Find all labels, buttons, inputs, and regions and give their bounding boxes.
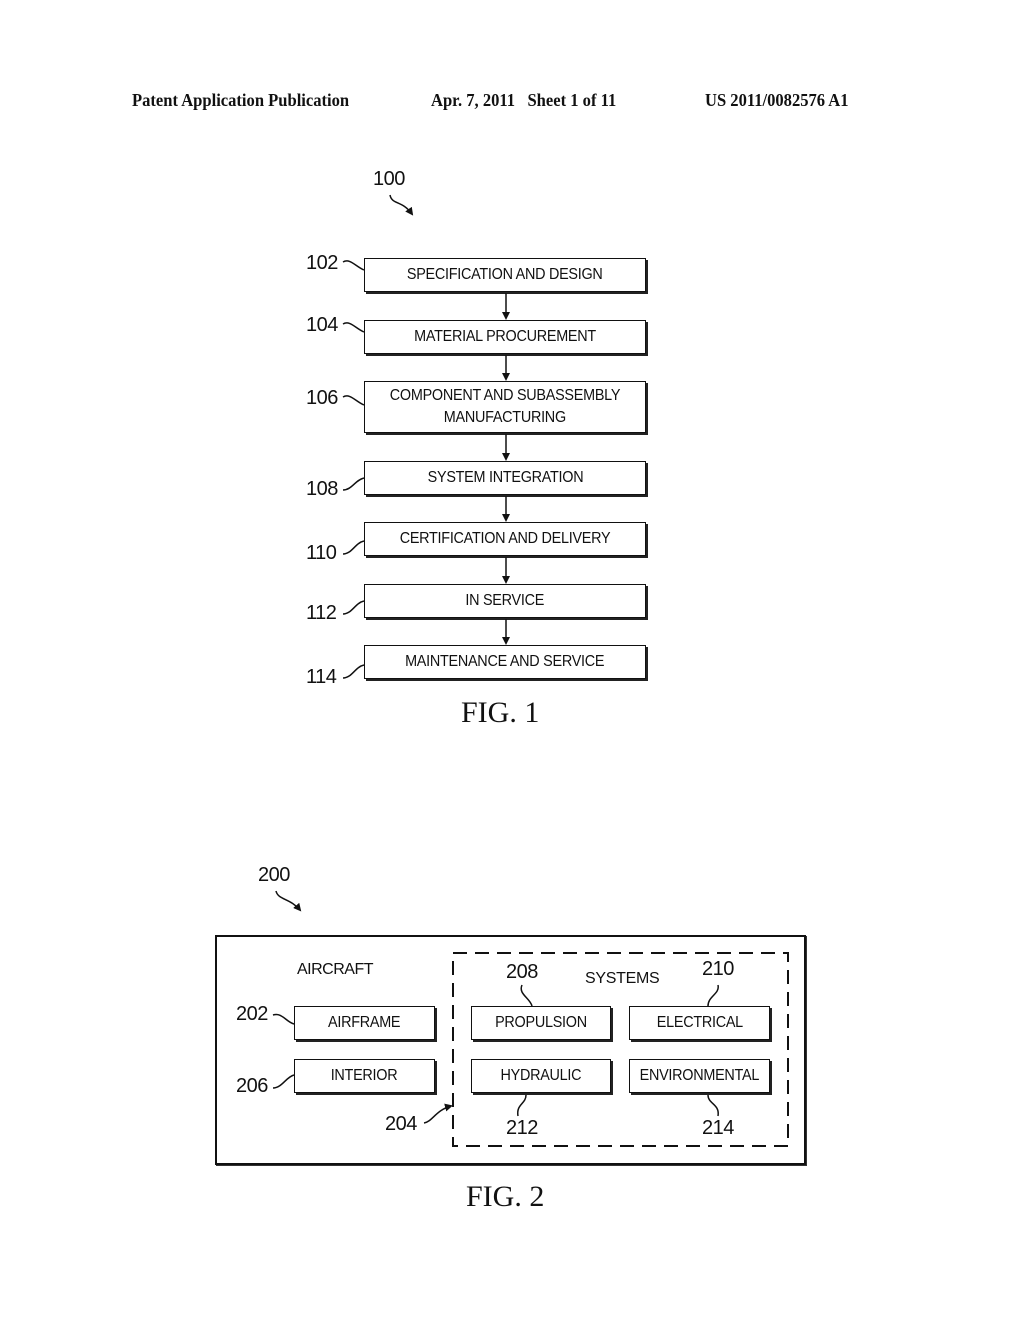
- fig2-ref-200: 200: [258, 864, 290, 886]
- ref-210: 210: [702, 958, 734, 980]
- fig1-ref-100: 100: [373, 168, 405, 190]
- box-label: HYDRAULIC: [500, 1067, 582, 1084]
- ref-202: 202: [236, 1003, 268, 1025]
- ref-214: 214: [702, 1117, 734, 1139]
- environmental-box: ENVIRONMENTAL: [629, 1059, 770, 1093]
- leader-106: [342, 395, 365, 406]
- step-label: MATERIAL PROCUREMENT: [414, 328, 596, 345]
- systems-label: SYSTEMS: [585, 970, 660, 987]
- step-label: MANUFACTURING: [443, 409, 567, 426]
- ref-108: 108: [306, 478, 338, 500]
- date-sheet: Apr. 7, 2011 Sheet 1 of 11: [431, 90, 617, 110]
- publication-title: Patent Application Publication: [132, 90, 350, 110]
- ref-212: 212: [506, 1117, 538, 1139]
- ref-106: 106: [306, 387, 338, 409]
- leader-102: [342, 260, 365, 271]
- step-label: SYSTEM INTEGRATION: [427, 469, 583, 486]
- step-label: COMPONENT AND SUBASSEMBLY: [389, 387, 621, 404]
- box-label: ELECTRICAL: [656, 1014, 743, 1031]
- leader-114: [342, 664, 365, 679]
- step-system-integration: SYSTEM INTEGRATION: [364, 461, 646, 495]
- airframe-box: AIRFRAME: [294, 1006, 435, 1040]
- ref-204: 204: [385, 1113, 417, 1135]
- fig2-caption: FIG. 2: [466, 1180, 545, 1213]
- leader-108: [342, 477, 365, 491]
- step-label: IN SERVICE: [465, 592, 545, 609]
- box-label: PROPULSION: [495, 1014, 587, 1031]
- ref-206: 206: [236, 1075, 268, 1097]
- ref-102: 102: [306, 252, 338, 274]
- hydraulic-box: HYDRAULIC: [471, 1059, 611, 1093]
- box-label: ENVIRONMENTAL: [639, 1067, 760, 1084]
- ref-arrow-200: [275, 890, 302, 912]
- step-certification-delivery: CERTIFICATION AND DELIVERY: [364, 522, 646, 556]
- ref-arrow-100: [389, 194, 414, 216]
- propulsion-box: PROPULSION: [471, 1006, 611, 1040]
- step-in-service: IN SERVICE: [364, 584, 646, 618]
- fig1-caption: FIG. 1: [461, 696, 540, 729]
- ref-110: 110: [306, 542, 337, 564]
- ref-208: 208: [506, 961, 538, 983]
- step-specification-design: SPECIFICATION AND DESIGN: [364, 258, 646, 292]
- ref-104: 104: [306, 314, 338, 336]
- step-component-manufacturing: COMPONENT AND SUBASSEMBLY MANUFACTURING: [364, 381, 646, 433]
- leader-112: [342, 600, 365, 615]
- aircraft-label: AIRCRAFT: [297, 961, 374, 978]
- step-label: CERTIFICATION AND DELIVERY: [399, 530, 611, 547]
- step-maintenance-service: MAINTENANCE AND SERVICE: [364, 645, 646, 679]
- step-label: SPECIFICATION AND DESIGN: [407, 266, 603, 283]
- electrical-box: ELECTRICAL: [629, 1006, 770, 1040]
- ref-114: 114: [306, 666, 337, 688]
- leader-104: [342, 322, 365, 333]
- ref-112: 112: [306, 602, 337, 624]
- publication-number: US 2011/0082576 A1: [705, 90, 849, 110]
- interior-box: INTERIOR: [294, 1059, 435, 1093]
- box-label: AIRFRAME: [328, 1014, 401, 1031]
- step-material-procurement: MATERIAL PROCUREMENT: [364, 320, 646, 354]
- box-label: INTERIOR: [331, 1067, 398, 1084]
- step-label: MAINTENANCE AND SERVICE: [405, 653, 605, 670]
- leader-110: [342, 540, 365, 555]
